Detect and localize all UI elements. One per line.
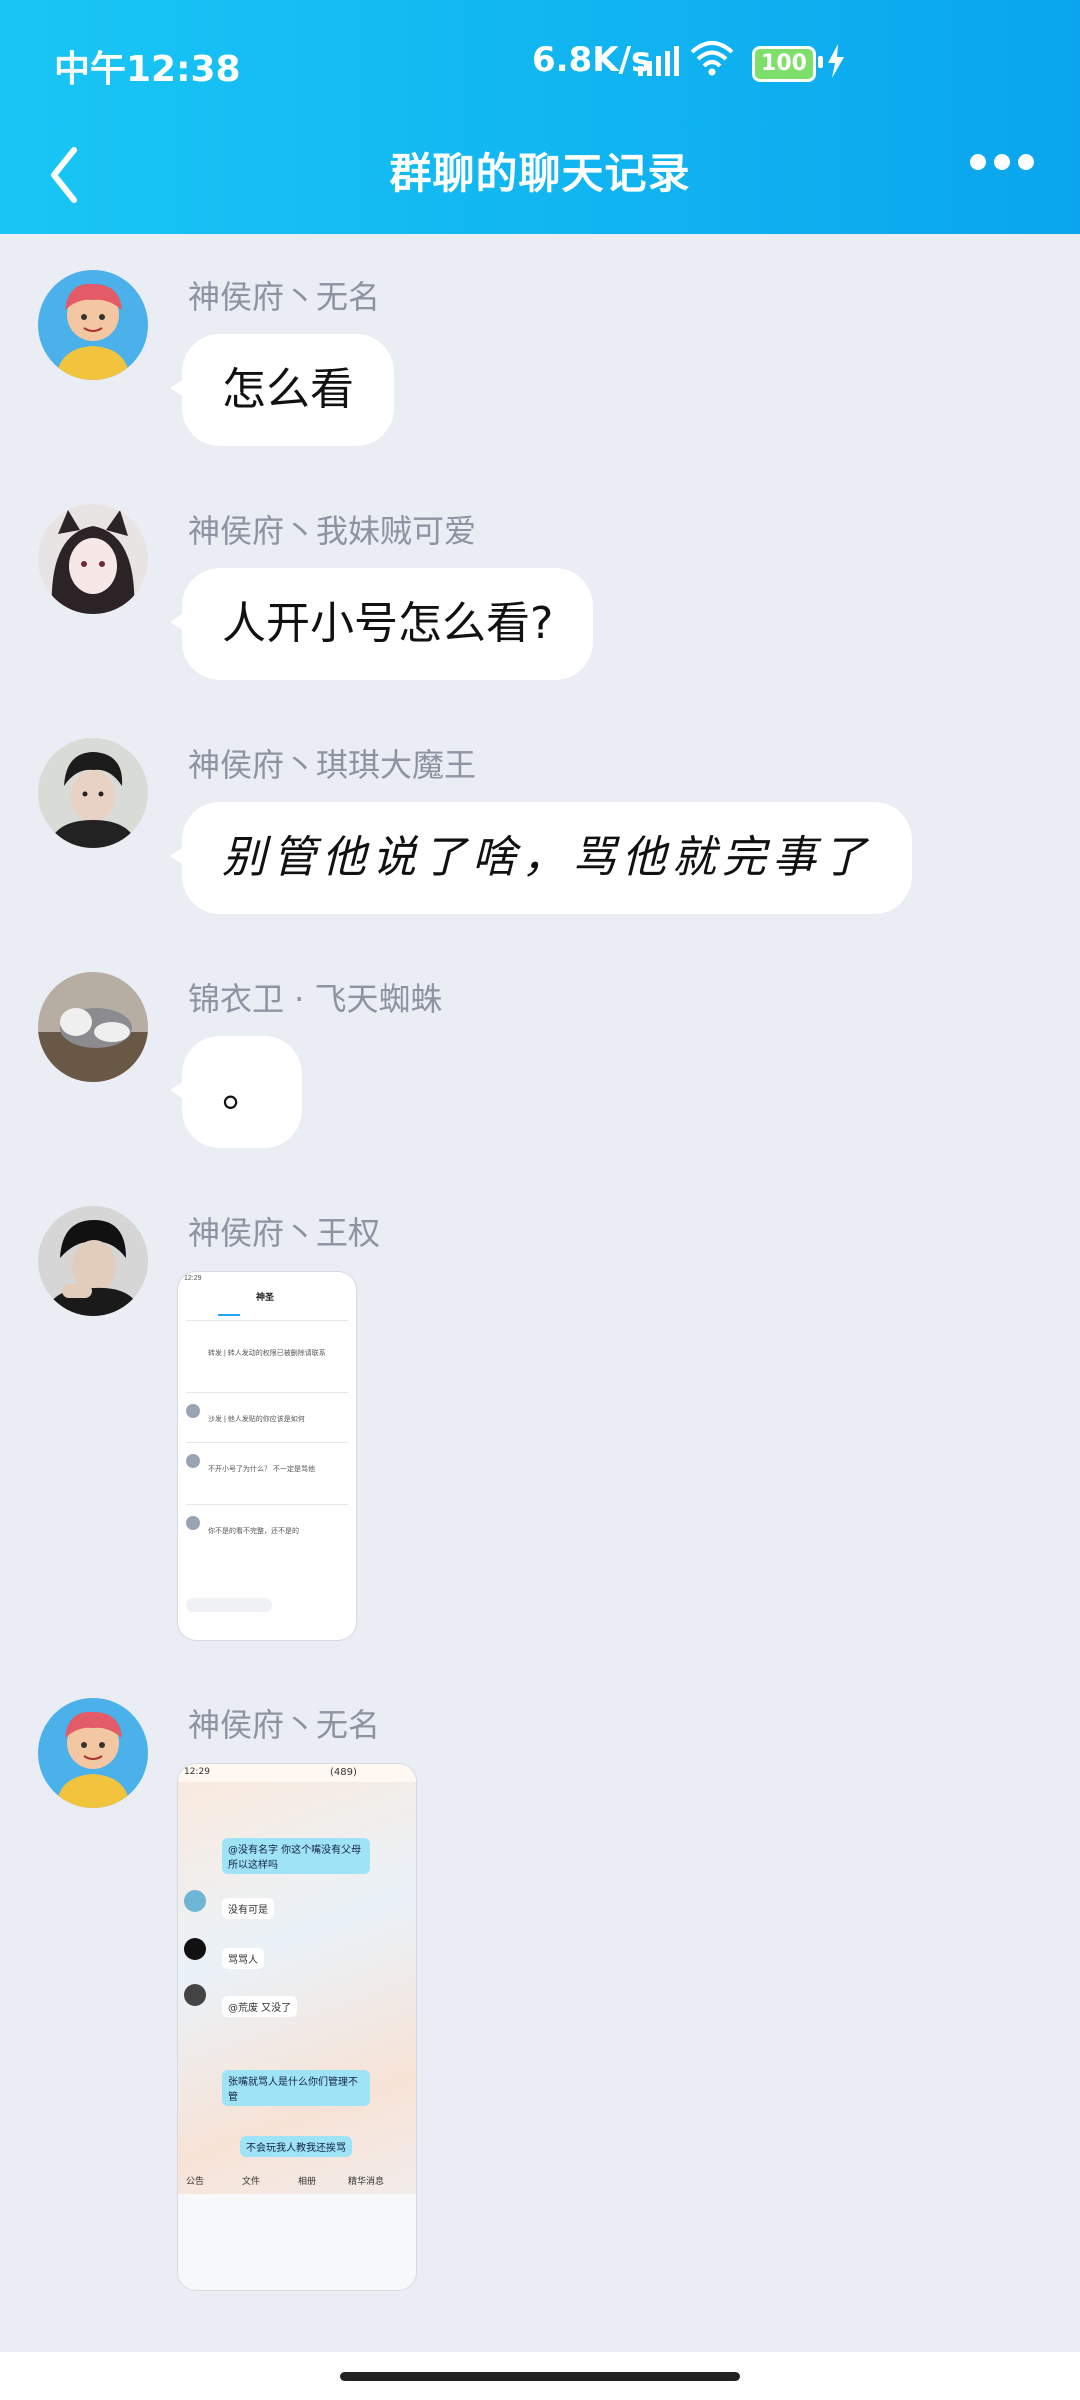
sender-name: 神侯府丶无名 bbox=[188, 1706, 381, 1744]
message-bubble[interactable]: 人开小号怎么看? bbox=[169, 568, 594, 680]
avatar[interactable] bbox=[38, 738, 148, 848]
sender-name: 神侯府丶无名 bbox=[188, 278, 381, 316]
charging-icon bbox=[828, 44, 844, 78]
ss1-avatar bbox=[186, 1516, 200, 1530]
status-bar: 中午12:38 6.8K/s 100 bbox=[0, 0, 1080, 128]
ss2-avatar bbox=[184, 1938, 206, 1960]
divider bbox=[186, 1320, 348, 1321]
avatar[interactable] bbox=[38, 972, 148, 1082]
wifi-icon bbox=[690, 41, 734, 76]
ss2-bubble: 没有可是 bbox=[222, 1898, 274, 1919]
sender-name: 锦衣卫 · 飞天蜘蛛 bbox=[188, 980, 443, 1018]
battery-tip bbox=[818, 56, 823, 68]
ss1-input bbox=[186, 1598, 272, 1612]
avatar[interactable] bbox=[38, 1206, 148, 1316]
page-title: 群聊的聊天记录 bbox=[389, 149, 691, 198]
ss2-tool: 文件 bbox=[242, 2177, 261, 2187]
ss1-avatar bbox=[186, 1404, 200, 1418]
ss1-tab-indicator bbox=[218, 1314, 240, 1316]
message-bubble[interactable]: 怎么看 bbox=[170, 334, 394, 446]
more-dots-icon[interactable] bbox=[970, 154, 1042, 174]
ss1-item: 你不是的看不完整，还不是的 bbox=[208, 1528, 299, 1535]
ss2-bubble: @没有名字 你这个嘴没有父母所以这样吗 bbox=[222, 1838, 370, 1874]
divider bbox=[186, 1442, 348, 1443]
home-indicator[interactable] bbox=[340, 2372, 740, 2381]
image-message[interactable]: 12:29 (489) @没有名字 你这个嘴没有父母所以这样吗 没有可是 骂骂人… bbox=[178, 1764, 416, 2290]
nav-bar: 群聊的聊天记录 bbox=[0, 128, 1080, 234]
ss1-time: 12:29 bbox=[184, 1275, 202, 1282]
ss2-bubble: 骂骂人 bbox=[222, 1948, 264, 1969]
sender-name: 神侯府丶琪琪大魔王 bbox=[188, 746, 477, 784]
ss2-tool: 精华消息 bbox=[348, 2177, 385, 2187]
ss1-item: 沙发 | 他人发贴的你应该是如何 bbox=[208, 1416, 305, 1423]
image-message[interactable]: 12:29 神圣 转发 | 转人发动的权限已被删除请联系 沙发 | 他人发贴的你… bbox=[178, 1272, 356, 1640]
ss2-bubble: 不会玩我人教我还挨骂 bbox=[240, 2136, 352, 2157]
ss2-count: (489) bbox=[330, 1767, 357, 1778]
status-time: 中午12:38 bbox=[54, 49, 241, 90]
divider bbox=[186, 1392, 348, 1393]
ss2-tool: 公告 bbox=[186, 2177, 205, 2187]
ss1-avatar bbox=[186, 1454, 200, 1468]
ss2-avatar bbox=[184, 1890, 206, 1912]
ss2-header bbox=[178, 1764, 416, 1782]
ss1-item: 不开小号了为什么？ 不一定是骂他 bbox=[208, 1466, 315, 1473]
ss2-toolbar: 公告 文件 相册 精华消息 bbox=[178, 2170, 416, 2190]
network-speed: 6.8K/s bbox=[532, 40, 652, 80]
avatar[interactable] bbox=[38, 270, 148, 380]
divider bbox=[186, 1504, 348, 1505]
avatar[interactable] bbox=[38, 504, 148, 614]
ss2-tool: 相册 bbox=[298, 2177, 317, 2187]
battery-icon: 100 bbox=[752, 46, 816, 82]
ss2-time: 12:29 bbox=[184, 1767, 210, 1777]
avatar[interactable] bbox=[38, 1698, 148, 1808]
ss2-input-area bbox=[178, 2194, 416, 2290]
ss2-avatar bbox=[184, 1984, 206, 2006]
ss2-bubble: 张嘴就骂人是什么你们管理不管 bbox=[222, 2070, 370, 2106]
sender-name: 神侯府丶我妹贼可爱 bbox=[188, 512, 477, 550]
ss1-title: 神圣 bbox=[256, 1292, 275, 1302]
signal-icon bbox=[638, 46, 679, 76]
message-bubble[interactable]: 。 bbox=[170, 1036, 302, 1148]
ss2-bubble: @荒废 又没了 bbox=[222, 1996, 298, 2017]
sender-name: 神侯府丶王权 bbox=[188, 1214, 381, 1252]
ss1-item: 转发 | 转人发动的权限已被删除请联系 bbox=[208, 1350, 326, 1357]
message-bubble[interactable]: 别管他说了啥，骂他就完事了 bbox=[170, 802, 912, 914]
